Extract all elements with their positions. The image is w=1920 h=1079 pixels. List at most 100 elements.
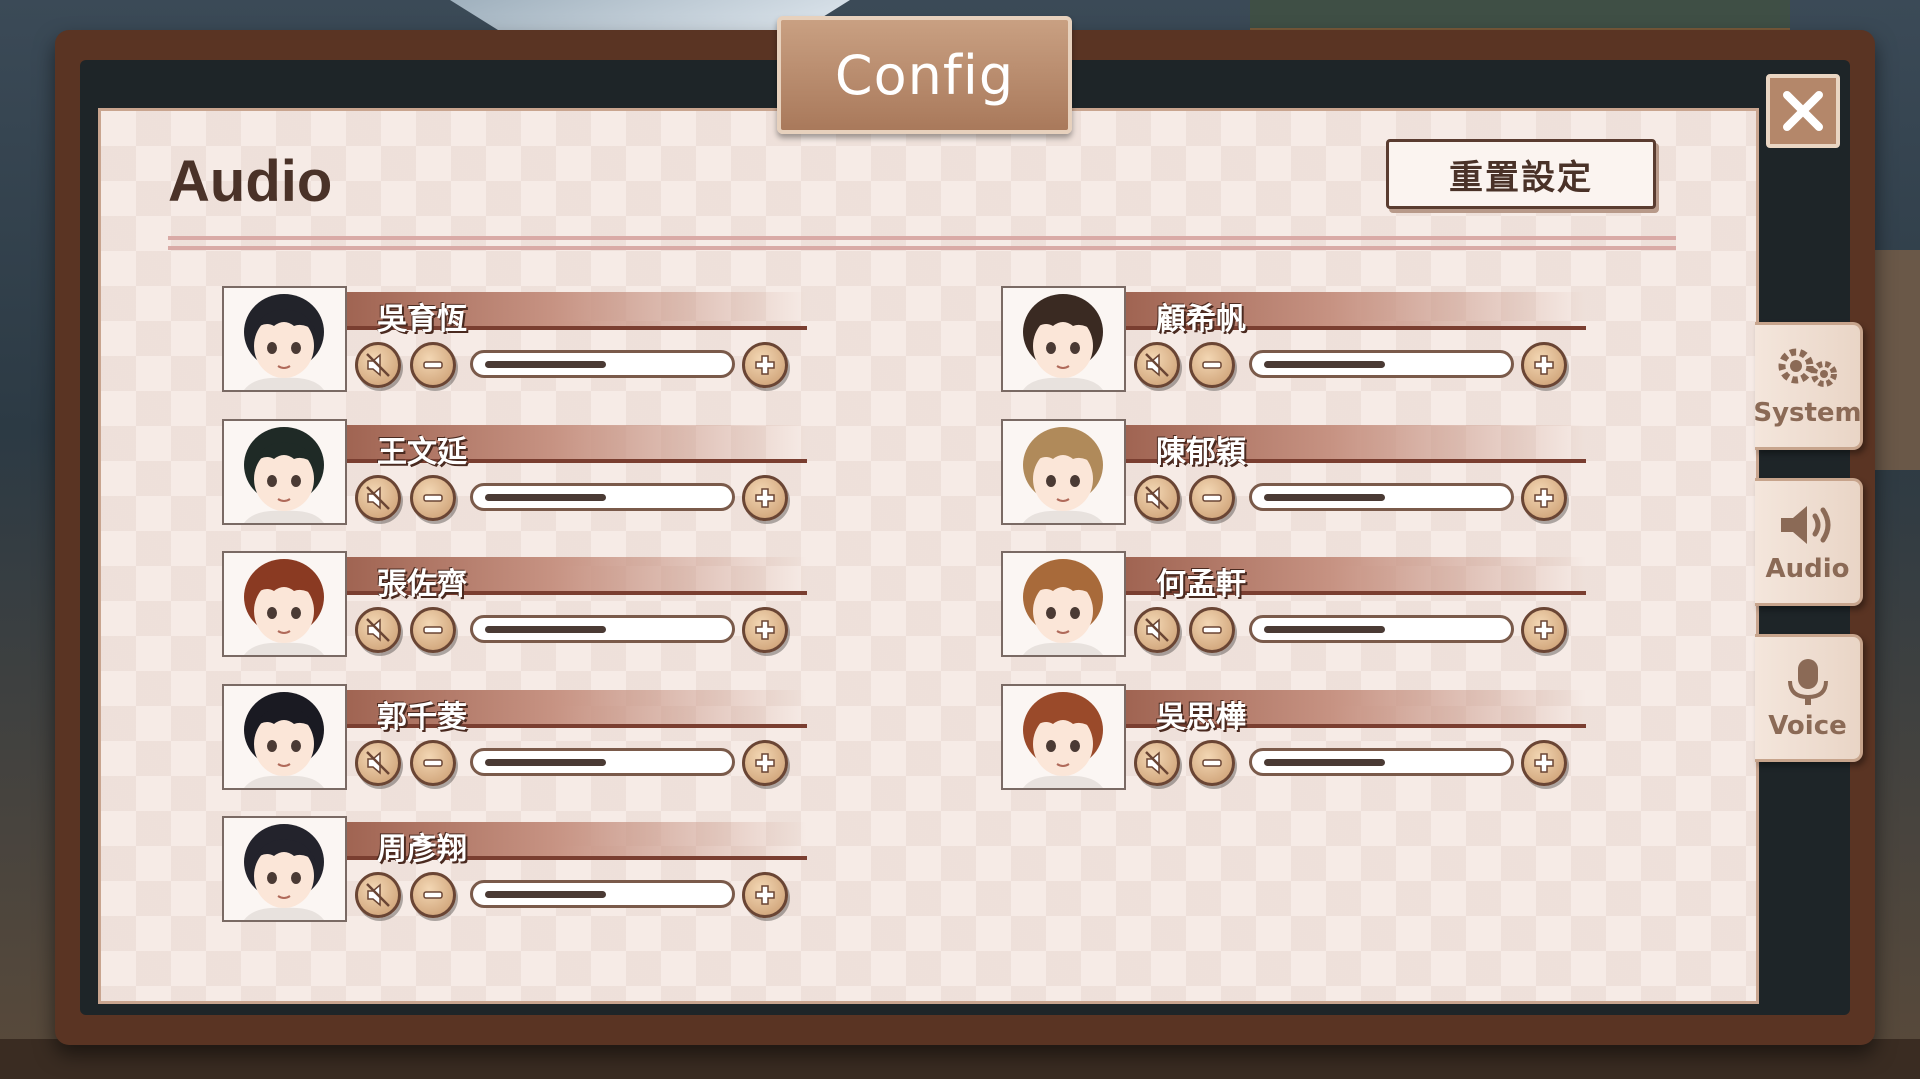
volume-increase-button[interactable] bbox=[1521, 475, 1567, 521]
plus-icon bbox=[1534, 488, 1554, 508]
volume-decrease-button[interactable] bbox=[410, 342, 456, 388]
volume-slider-fill bbox=[1264, 626, 1385, 633]
character-volume-row: 吳育恆 bbox=[222, 286, 822, 396]
mute-button[interactable] bbox=[355, 740, 401, 786]
character-portrait-image bbox=[1003, 553, 1124, 655]
volume-slider[interactable] bbox=[470, 483, 735, 511]
background-floor bbox=[0, 1039, 1920, 1079]
character-name: 顧希帆 bbox=[1156, 302, 1246, 337]
mute-icon bbox=[1145, 486, 1169, 510]
volume-decrease-button[interactable] bbox=[1189, 740, 1235, 786]
tab-audio-label: Audio bbox=[1765, 554, 1850, 584]
volume-increase-button[interactable] bbox=[742, 342, 788, 388]
minus-icon bbox=[1202, 759, 1222, 767]
background-chalkboard bbox=[1250, 0, 1790, 32]
mute-button[interactable] bbox=[355, 475, 401, 521]
plus-icon bbox=[755, 885, 775, 905]
mute-button[interactable] bbox=[355, 342, 401, 388]
mute-icon bbox=[1145, 353, 1169, 377]
plus-icon bbox=[755, 488, 775, 508]
volume-slider[interactable] bbox=[470, 880, 735, 908]
plus-icon bbox=[755, 620, 775, 640]
volume-slider-fill bbox=[485, 626, 606, 633]
character-name-bar: 吳育恆 bbox=[347, 292, 807, 337]
character-volume-row: 吳思樺 bbox=[1001, 684, 1601, 794]
character-portrait-image bbox=[1003, 686, 1124, 788]
character-name-bar: 張佐齊 bbox=[347, 557, 807, 602]
character-volume-row: 周彥翔 bbox=[222, 816, 822, 926]
volume-slider[interactable] bbox=[470, 615, 735, 643]
volume-decrease-button[interactable] bbox=[410, 872, 456, 918]
reset-settings-button[interactable]: 重置設定 bbox=[1386, 139, 1656, 209]
volume-slider-fill bbox=[485, 759, 606, 766]
tab-system[interactable]: System bbox=[1753, 322, 1863, 450]
volume-slider-fill bbox=[1264, 494, 1385, 501]
speaker-icon bbox=[1780, 506, 1830, 544]
character-portrait-image bbox=[1003, 421, 1124, 523]
character-name: 郭千菱 bbox=[377, 700, 467, 735]
character-name-bar: 何孟軒 bbox=[1126, 557, 1586, 602]
character-volume-row: 何孟軒 bbox=[1001, 551, 1601, 661]
volume-increase-button[interactable] bbox=[742, 872, 788, 918]
minus-icon bbox=[423, 891, 443, 899]
plus-icon bbox=[1534, 355, 1554, 375]
volume-slider[interactable] bbox=[1249, 748, 1514, 776]
character-name-bar: 陳郁穎 bbox=[1126, 425, 1586, 470]
character-portrait bbox=[222, 419, 347, 525]
volume-decrease-button[interactable] bbox=[1189, 475, 1235, 521]
character-portrait bbox=[222, 286, 347, 392]
character-name-bar: 吳思樺 bbox=[1126, 690, 1586, 735]
character-volume-row: 王文延 bbox=[222, 419, 822, 529]
volume-slider[interactable] bbox=[470, 748, 735, 776]
character-name-bar: 王文延 bbox=[347, 425, 807, 470]
mute-button[interactable] bbox=[1134, 607, 1180, 653]
character-name: 王文延 bbox=[377, 435, 467, 470]
tab-voice[interactable]: Voice bbox=[1755, 634, 1863, 762]
tab-audio[interactable]: Audio bbox=[1755, 478, 1863, 606]
volume-increase-button[interactable] bbox=[1521, 342, 1567, 388]
mute-button[interactable] bbox=[1134, 740, 1180, 786]
volume-slider-fill bbox=[1264, 361, 1385, 368]
minus-icon bbox=[1202, 626, 1222, 634]
volume-decrease-button[interactable] bbox=[410, 607, 456, 653]
minus-icon bbox=[423, 759, 443, 767]
window-title-tab: Config bbox=[777, 16, 1072, 134]
character-portrait-image bbox=[224, 421, 345, 523]
character-name: 何孟軒 bbox=[1156, 567, 1246, 602]
volume-decrease-button[interactable] bbox=[410, 475, 456, 521]
mute-icon bbox=[1145, 751, 1169, 775]
volume-decrease-button[interactable] bbox=[1189, 342, 1235, 388]
mute-icon bbox=[366, 353, 390, 377]
volume-slider-fill bbox=[485, 361, 606, 368]
character-portrait-image bbox=[224, 686, 345, 788]
volume-slider[interactable] bbox=[1249, 615, 1514, 643]
character-name: 陳郁穎 bbox=[1156, 435, 1246, 470]
volume-slider[interactable] bbox=[470, 350, 735, 378]
character-volume-row: 張佐齊 bbox=[222, 551, 822, 661]
character-name: 吳思樺 bbox=[1156, 700, 1246, 735]
volume-decrease-button[interactable] bbox=[1189, 607, 1235, 653]
volume-increase-button[interactable] bbox=[1521, 607, 1567, 653]
volume-slider-fill bbox=[485, 891, 606, 898]
character-portrait bbox=[222, 684, 347, 790]
mute-button[interactable] bbox=[355, 607, 401, 653]
volume-increase-button[interactable] bbox=[1521, 740, 1567, 786]
volume-slider[interactable] bbox=[1249, 483, 1514, 511]
mute-button[interactable] bbox=[1134, 475, 1180, 521]
character-volume-row: 顧希帆 bbox=[1001, 286, 1601, 396]
volume-increase-button[interactable] bbox=[742, 740, 788, 786]
character-volume-row: 郭千菱 bbox=[222, 684, 822, 794]
volume-slider[interactable] bbox=[1249, 350, 1514, 378]
mute-button[interactable] bbox=[1134, 342, 1180, 388]
mute-button[interactable] bbox=[355, 872, 401, 918]
mute-icon bbox=[366, 486, 390, 510]
volume-decrease-button[interactable] bbox=[410, 740, 456, 786]
close-icon bbox=[1783, 91, 1823, 131]
volume-increase-button[interactable] bbox=[742, 607, 788, 653]
microphone-icon bbox=[1787, 659, 1828, 705]
volume-increase-button[interactable] bbox=[742, 475, 788, 521]
minus-icon bbox=[423, 494, 443, 502]
character-name-bar: 顧希帆 bbox=[1126, 292, 1586, 337]
character-name-bar: 郭千菱 bbox=[347, 690, 807, 735]
close-button[interactable] bbox=[1766, 74, 1840, 148]
